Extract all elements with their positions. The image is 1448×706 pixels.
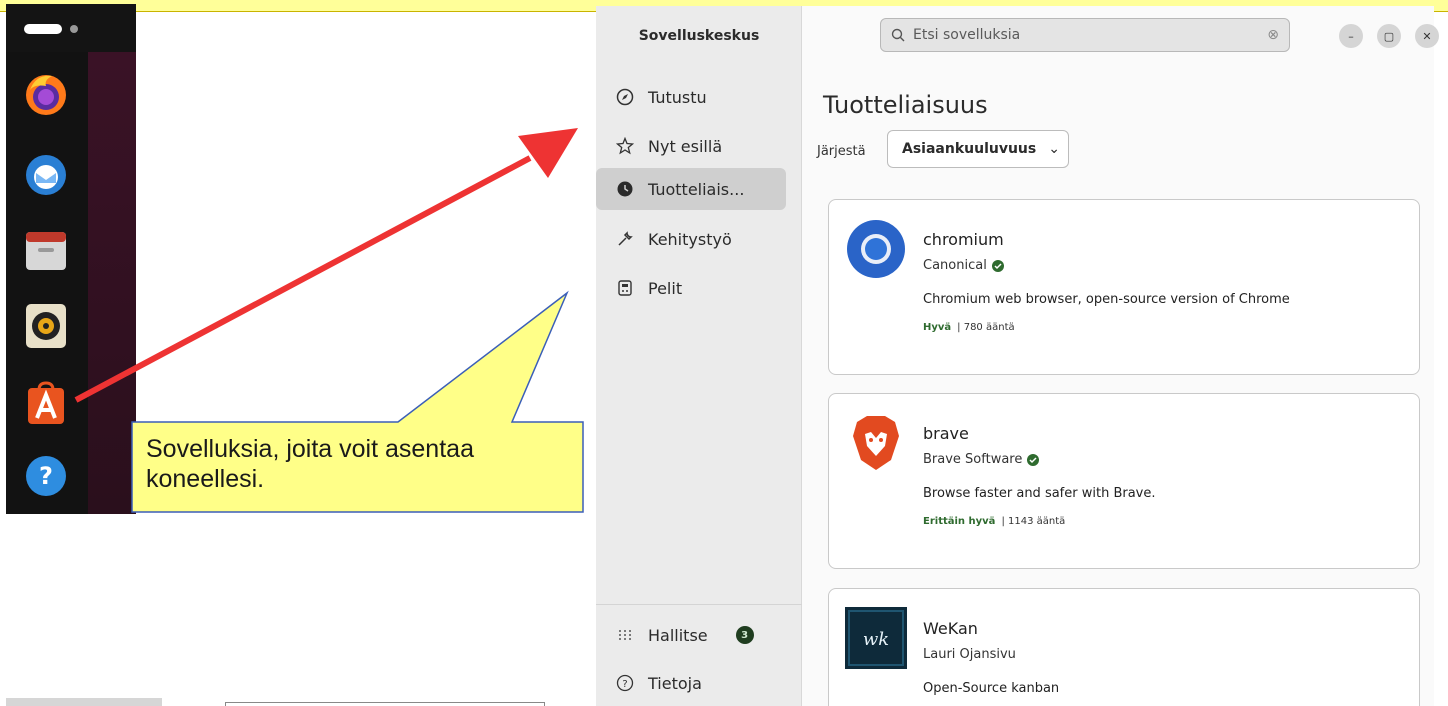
- app-name: WeKan: [923, 619, 978, 638]
- app-card-wekan[interactable]: wk WeKan Lauri Ojansivu Open-Source kanb…: [828, 588, 1420, 706]
- red-arrow-head: [518, 128, 578, 178]
- sidebar: Sovelluskeskus Tutustu Nyt esillä Tuotte…: [596, 6, 802, 706]
- app-name: chromium: [923, 230, 1004, 249]
- dock-top-bar: [6, 4, 136, 52]
- nav-item-label: Pelit: [648, 278, 683, 298]
- help-icon[interactable]: ?: [22, 452, 70, 500]
- sort-label: Järjestä: [817, 144, 866, 159]
- app-publisher: Canonical: [923, 258, 1004, 273]
- app-publisher: Lauri Ojansivu: [923, 647, 1016, 662]
- svg-text:?: ?: [39, 462, 53, 490]
- grid-icon: [614, 624, 636, 646]
- vote-count: | 1143 ääntä: [1001, 516, 1066, 527]
- close-button[interactable]: ✕: [1415, 24, 1439, 48]
- app-name: brave: [923, 424, 969, 443]
- nav-item-kehitystyo[interactable]: Kehitystyö: [596, 218, 786, 260]
- nav-item-tuotteliaisuus[interactable]: Tuotteliais...: [596, 168, 786, 210]
- nav-item-label: Hallitse: [648, 625, 708, 645]
- sort-dropdown[interactable]: Asiaankuuluvuus ⌄: [887, 130, 1069, 168]
- compass-icon: [614, 86, 636, 108]
- minimize-button[interactable]: –: [1339, 24, 1363, 48]
- wekan-icon: wk: [845, 607, 907, 669]
- nav-item-label: Kehitystyö: [648, 229, 732, 249]
- publisher-name: Canonical: [923, 258, 987, 273]
- search-input[interactable]: Etsi sovelluksia ⊗: [880, 18, 1290, 52]
- chevron-down-icon: ⌄: [1048, 141, 1060, 157]
- app-card-chromium[interactable]: chromium Canonical Chromium web browser,…: [828, 199, 1420, 375]
- publisher-name: Brave Software: [923, 452, 1023, 467]
- dock: ?: [6, 4, 136, 514]
- sort-value: Asiaankuuluvuus: [902, 141, 1037, 157]
- nav-item-label: Nyt esillä: [648, 136, 723, 156]
- app-publisher: Brave Software: [923, 452, 1040, 467]
- svg-text:?: ?: [622, 679, 627, 690]
- verified-icon: [991, 259, 1004, 272]
- vote-count: | 780 ääntä: [957, 322, 1015, 333]
- app-center-window: Sovelluskeskus Tutustu Nyt esillä Tuotte…: [596, 6, 1439, 706]
- nav-item-tietoja[interactable]: ? Tietoja: [596, 662, 786, 704]
- thunderbird-icon[interactable]: [22, 150, 70, 198]
- clock-icon: [614, 178, 636, 200]
- nav-item-nyt-esilla[interactable]: Nyt esillä: [596, 125, 786, 167]
- nav-item-pelit[interactable]: Pelit: [596, 267, 786, 309]
- bottom-panel-fragment: [6, 698, 162, 706]
- rhythmbox-icon[interactable]: [22, 302, 70, 350]
- nav-item-label: Tietoja: [648, 673, 702, 693]
- app-description: Browse faster and safer with Brave.: [923, 486, 1156, 501]
- app-rating: Erittäin hyvä | 1143 ääntä: [923, 516, 1065, 527]
- nav-item-hallitse[interactable]: Hallitse 3: [596, 614, 786, 656]
- gamepad-icon: [614, 277, 636, 299]
- question-icon: ?: [614, 672, 636, 694]
- sidebar-title: Sovelluskeskus: [638, 28, 760, 44]
- star-icon: [614, 135, 636, 157]
- clear-search-icon[interactable]: ⊗: [1267, 27, 1279, 43]
- main-content: Etsi sovelluksia ⊗ – ▢ ✕ Tuotteliaisuus …: [803, 6, 1439, 706]
- app-description: Chromium web browser, open-source versio…: [923, 292, 1290, 307]
- verified-icon: [1027, 453, 1040, 466]
- sidebar-divider: [596, 604, 802, 605]
- workspace-indicator[interactable]: [24, 24, 62, 34]
- search-icon: [891, 28, 905, 42]
- page-title: Tuotteliaisuus: [823, 91, 988, 119]
- updates-badge: 3: [735, 626, 754, 644]
- publisher-name: Lauri Ojansivu: [923, 647, 1016, 662]
- workspace-dot[interactable]: [70, 25, 78, 33]
- app-card-brave[interactable]: brave Brave Software Browse faster and s…: [828, 393, 1420, 569]
- app-center-icon[interactable]: [22, 380, 70, 428]
- rating-label: Erittäin hyvä: [923, 516, 996, 527]
- desktop-background: [88, 52, 136, 514]
- search-placeholder: Etsi sovelluksia: [913, 27, 1021, 43]
- chromium-icon: [845, 218, 907, 280]
- app-rating: Hyvä | 780 ääntä: [923, 322, 1015, 333]
- app-description: Open-Source kanban: [923, 681, 1060, 696]
- firefox-icon[interactable]: [22, 70, 70, 118]
- wrench-icon: [614, 228, 636, 250]
- nav-item-label: Tuotteliais...: [648, 179, 745, 199]
- nav-item-tutustu[interactable]: Tutustu: [596, 76, 786, 118]
- brave-icon: [845, 412, 907, 474]
- red-arrow-line: [74, 155, 532, 403]
- files-icon[interactable]: [22, 226, 70, 274]
- bottom-input-fragment: [225, 702, 545, 706]
- svg-text:wk: wk: [863, 629, 889, 650]
- callout-text: Sovelluksia, joita voit asentaa koneelle…: [146, 435, 474, 493]
- rating-label: Hyvä: [923, 322, 952, 333]
- maximize-button[interactable]: ▢: [1377, 24, 1401, 48]
- nav-item-label: Tutustu: [648, 87, 707, 107]
